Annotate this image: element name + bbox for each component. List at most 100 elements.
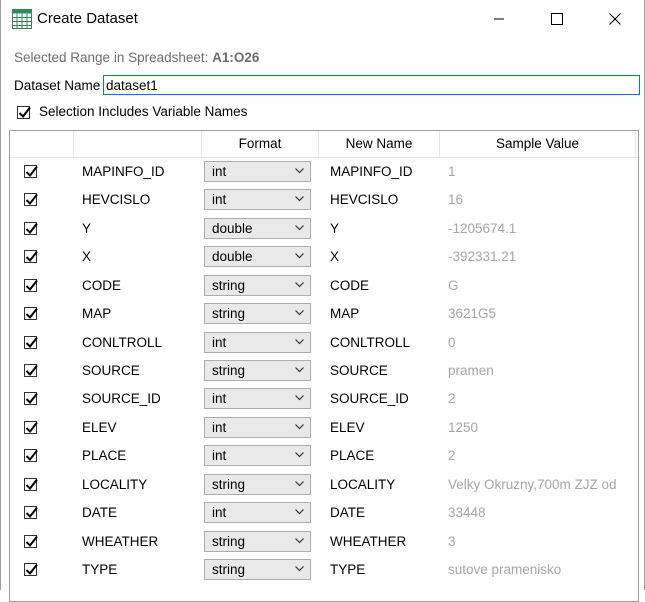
table-row: CONLTROLL int CONLTROLL 0 xyxy=(10,329,638,357)
row-include-checkbox[interactable] xyxy=(24,250,38,263)
create-dataset-window: Create Dataset Selected Range in Spreads… xyxy=(0,0,645,602)
selected-range-value: A1:O26 xyxy=(212,50,260,65)
row-include-checkbox[interactable] xyxy=(24,563,38,576)
format-value: string xyxy=(212,278,246,293)
row-include-checkbox[interactable] xyxy=(24,506,38,519)
row-include-checkbox[interactable] xyxy=(24,193,38,206)
close-icon xyxy=(609,13,621,25)
sample-value-cell: 33448 xyxy=(448,505,486,520)
new-name-cell[interactable]: PLACE xyxy=(330,448,374,463)
row-include-checkbox[interactable] xyxy=(24,478,38,491)
new-name-cell[interactable]: SOURCE_ID xyxy=(330,391,409,406)
table-row: DATE int DATE 33448 xyxy=(10,499,638,527)
minimize-icon xyxy=(494,18,504,20)
sample-value-cell: pramen xyxy=(448,363,494,378)
variable-name: ELEV xyxy=(82,420,117,435)
new-name-cell[interactable]: CODE xyxy=(330,278,369,293)
table-row: PLACE int PLACE 2 xyxy=(10,442,638,470)
chevron-down-icon xyxy=(295,481,304,487)
checkmark-icon xyxy=(25,364,38,377)
table-row: SOURCE string SOURCE pramen xyxy=(10,357,638,385)
variable-name: X xyxy=(82,249,92,264)
checkmark-icon xyxy=(25,336,38,349)
format-select[interactable]: double xyxy=(204,246,311,267)
table-row: MAP string MAP 3621G5 xyxy=(10,300,638,328)
new-name-cell[interactable]: WHEATHER xyxy=(330,534,406,549)
format-select[interactable]: int xyxy=(204,388,311,409)
new-name-cell[interactable]: X xyxy=(330,249,339,264)
header-sample-value[interactable]: Sample Value xyxy=(440,131,636,157)
format-select[interactable]: int xyxy=(204,417,311,438)
close-button[interactable] xyxy=(586,0,644,38)
format-select[interactable]: string xyxy=(204,360,311,381)
row-include-checkbox[interactable] xyxy=(24,307,38,320)
new-name-cell[interactable]: ELEV xyxy=(330,420,365,435)
format-select[interactable]: int xyxy=(204,445,311,466)
format-select[interactable]: string xyxy=(204,303,311,324)
grid-header: Format New Name Sample Value xyxy=(10,131,638,158)
dataset-name-input[interactable] xyxy=(103,75,640,95)
row-include-checkbox[interactable] xyxy=(24,222,38,235)
format-select[interactable]: string xyxy=(204,531,311,552)
row-include-checkbox[interactable] xyxy=(24,535,38,548)
sample-value-cell: sutove pramenisko xyxy=(448,562,562,577)
variable-name: SOURCE_ID xyxy=(82,391,161,406)
checkmark-icon xyxy=(25,279,38,292)
spreadsheet-grid-icon xyxy=(12,9,32,29)
format-select[interactable]: string xyxy=(204,275,311,296)
format-value: int xyxy=(212,391,227,406)
format-value: string xyxy=(212,306,246,321)
row-include-checkbox[interactable] xyxy=(24,279,38,292)
variable-name: MAPINFO_ID xyxy=(82,164,165,179)
row-include-checkbox[interactable] xyxy=(24,364,38,377)
new-name-cell[interactable]: MAPINFO_ID xyxy=(330,164,413,179)
format-value: string xyxy=(212,363,246,378)
format-select[interactable]: int xyxy=(204,502,311,523)
format-select[interactable]: int xyxy=(204,332,311,353)
checkmark-icon xyxy=(25,193,38,206)
format-value: int xyxy=(212,505,227,520)
format-select[interactable]: int xyxy=(204,161,311,182)
new-name-cell[interactable]: LOCALITY xyxy=(330,477,395,492)
format-select[interactable]: string xyxy=(204,559,311,580)
new-name-cell[interactable]: Y xyxy=(330,221,339,236)
format-value: string xyxy=(212,534,246,549)
checkmark-icon xyxy=(25,165,38,178)
chevron-down-icon xyxy=(295,253,304,259)
new-name-cell[interactable]: SOURCE xyxy=(330,363,388,378)
variable-name: DATE xyxy=(82,505,118,520)
sample-value-cell: -392331.21 xyxy=(448,249,517,264)
new-name-cell[interactable]: CONLTROLL xyxy=(330,335,410,350)
checkmark-icon xyxy=(25,222,38,235)
chevron-down-icon xyxy=(295,424,304,430)
variable-name: WHEATHER xyxy=(82,534,159,549)
new-name-cell[interactable]: HEVCISLO xyxy=(330,192,398,207)
format-select[interactable]: double xyxy=(204,218,311,239)
new-name-cell[interactable]: MAP xyxy=(330,306,359,321)
new-name-cell[interactable]: TYPE xyxy=(330,562,365,577)
checkmark-icon xyxy=(25,563,38,576)
includes-variable-names-checkbox[interactable] xyxy=(17,106,31,119)
row-include-checkbox[interactable] xyxy=(24,449,38,462)
row-include-checkbox[interactable] xyxy=(24,421,38,434)
checkmark-icon xyxy=(25,449,38,462)
new-name-cell[interactable]: DATE xyxy=(330,505,365,520)
header-new-name[interactable]: New Name xyxy=(319,131,440,157)
variable-name: TYPE xyxy=(82,562,118,577)
minimize-button[interactable] xyxy=(470,0,528,38)
maximize-icon xyxy=(551,13,563,25)
maximize-button[interactable] xyxy=(528,0,586,38)
header-name-column xyxy=(74,131,202,157)
row-include-checkbox[interactable] xyxy=(24,165,38,178)
row-include-checkbox[interactable] xyxy=(24,336,38,349)
header-format[interactable]: Format xyxy=(202,131,319,157)
sample-value-cell: G xyxy=(448,278,459,293)
format-select[interactable]: int xyxy=(204,189,311,210)
row-include-checkbox[interactable] xyxy=(24,392,38,405)
format-select[interactable]: string xyxy=(204,474,311,495)
chevron-down-icon xyxy=(295,452,304,458)
selected-range-label: Selected Range in Spreadsheet: xyxy=(14,50,209,65)
variable-name: LOCALITY xyxy=(82,477,148,492)
chevron-down-icon xyxy=(295,395,304,401)
checkmark-icon xyxy=(25,506,38,519)
